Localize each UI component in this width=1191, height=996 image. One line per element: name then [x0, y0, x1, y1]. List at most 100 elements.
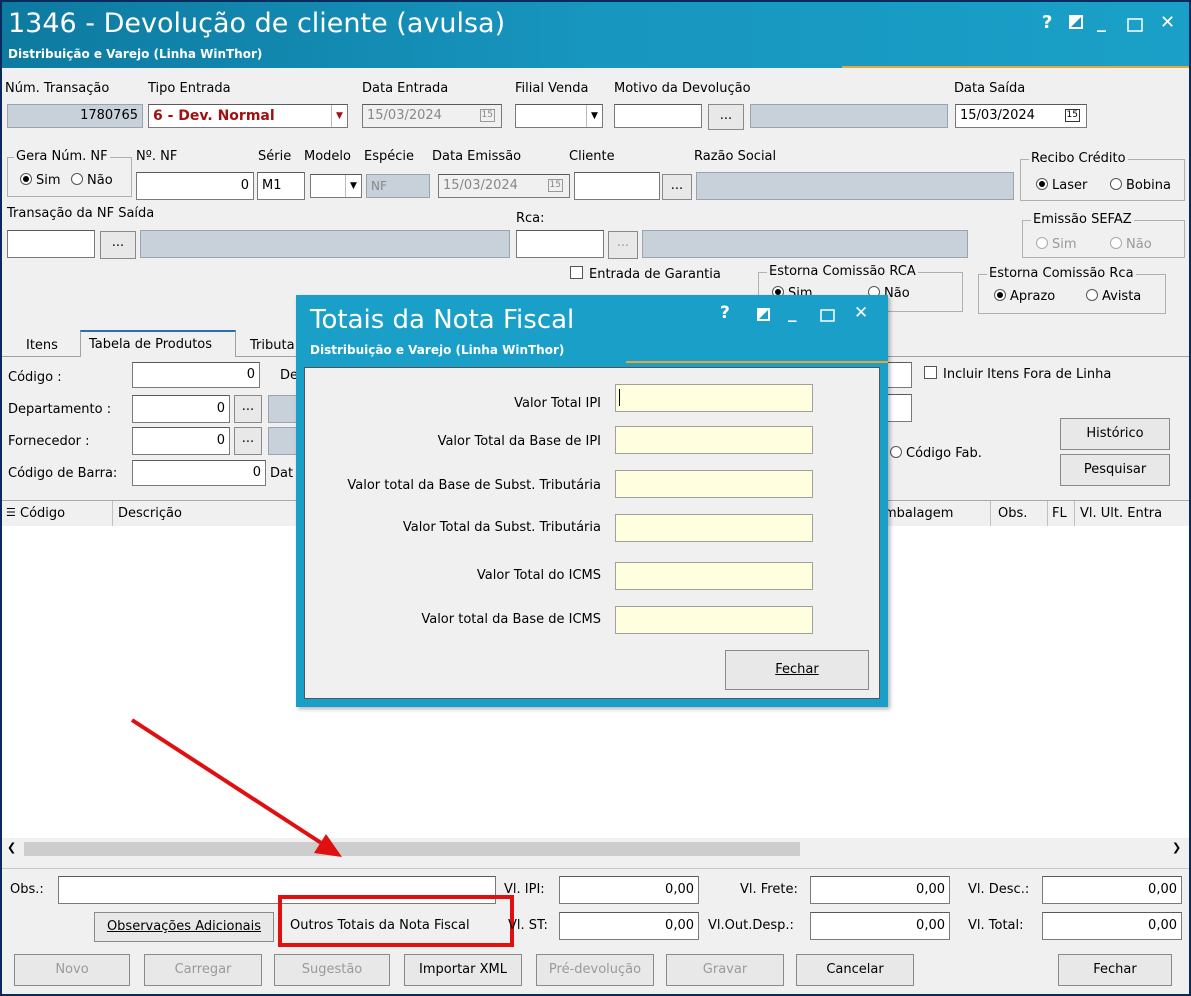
chevron-down-icon[interactable]: ▼ [331, 105, 347, 127]
motivo-code-field[interactable] [614, 104, 702, 128]
vl-st-label: Vl. ST: [508, 918, 548, 933]
col-vl-ult-entrada[interactable]: Vl. Ult. Entra [1080, 506, 1162, 521]
aprazo-radio[interactable]: Aprazo [994, 289, 1055, 304]
pre-devolucao-button[interactable]: Pré-devolução [536, 954, 654, 986]
laser-radio[interactable]: Laser [1036, 178, 1087, 193]
codigo-fab-radio[interactable]: Código Fab. [890, 446, 982, 461]
bobina-radio[interactable]: Bobina [1110, 178, 1171, 193]
valor-total-ipi-field[interactable] [615, 384, 813, 412]
gera-nao-radio[interactable]: Não [71, 173, 113, 188]
valor-base-st-field[interactable] [615, 470, 813, 498]
vl-frete-field: 0,00 [810, 876, 950, 904]
scroll-left-icon[interactable]: ❮ [7, 841, 16, 854]
transacao-saida-desc-field [140, 230, 510, 258]
num-nf-field[interactable]: 0 [136, 172, 254, 200]
rca-search-button[interactable]: ... [608, 231, 638, 259]
sefaz-nao-radio[interactable]: Não [1110, 237, 1152, 252]
columns-icon[interactable]: ☰ [6, 506, 16, 519]
data-saida-field[interactable]: 15/03/2024 15 [955, 104, 1087, 128]
col-descricao[interactable]: Descrição [118, 506, 182, 521]
vl-total-label: Vl. Total: [968, 918, 1024, 933]
modelo-select[interactable]: ▼ [310, 174, 362, 198]
vl-desc-label: Vl. Desc.: [968, 882, 1030, 897]
dialog-minimize-icon[interactable]: _ [788, 303, 797, 323]
chevron-down-icon[interactable]: ▼ [345, 175, 361, 197]
codigo-barra-label: Código de Barra: [8, 466, 118, 481]
valor-base-icms-field[interactable] [615, 606, 813, 634]
vl-total-field: 0,00 [1042, 912, 1182, 940]
gera-num-nf-label: Gera Núm. NF [14, 149, 110, 164]
right-filter-field-1[interactable] [886, 362, 912, 388]
incluir-fora-linha-checkbox[interactable]: Incluir Itens Fora de Linha [924, 366, 1111, 382]
scroll-right-icon[interactable]: ❯ [1172, 841, 1181, 854]
tab-itens[interactable]: Itens [26, 338, 58, 353]
dialog-fechar-button[interactable]: Fechar [725, 650, 869, 690]
fornecedor-field[interactable]: 0 [132, 427, 230, 455]
cancelar-button[interactable]: Cancelar [796, 954, 914, 986]
transacao-saida-search-button[interactable]: ... [100, 231, 136, 259]
close-icon[interactable]: ✕ [1160, 12, 1175, 33]
departamento-field[interactable]: 0 [132, 395, 230, 423]
departamento-search-button[interactable]: ... [234, 395, 262, 423]
sugestao-button[interactable]: Sugestão [274, 954, 390, 986]
dialog-maximize-icon[interactable] [820, 309, 835, 326]
radio-icon [1036, 178, 1048, 190]
avista-label: Avista [1102, 289, 1142, 304]
calendar-icon[interactable]: 15 [1064, 109, 1080, 122]
historico-button[interactable]: Histórico [1060, 418, 1170, 450]
right-filter-field-2[interactable] [886, 394, 912, 422]
importar-xml-button[interactable]: Importar XML [404, 954, 522, 986]
rca-desc-field [642, 230, 968, 258]
col-codigo[interactable]: Código [20, 506, 65, 521]
help-icon[interactable]: ? [1042, 12, 1052, 33]
calendar-icon: 15 [479, 109, 495, 122]
valor-icms-field[interactable] [615, 562, 813, 590]
minimize-icon[interactable]: _ [1097, 12, 1106, 33]
motivo-search-button[interactable]: ... [708, 104, 744, 130]
fornecedor-search-button[interactable]: ... [234, 427, 262, 455]
dialog-help-icon[interactable]: ? [720, 303, 730, 323]
tab-tributacao[interactable]: Tributa [250, 338, 295, 353]
radio-icon [994, 289, 1006, 301]
valor-st-field[interactable] [615, 514, 813, 542]
col-obs[interactable]: Obs. [998, 506, 1027, 521]
motivo-label: Motivo da Devolução [614, 81, 751, 96]
gravar-button[interactable]: Gravar [666, 954, 784, 986]
serie-label: Série [258, 149, 292, 164]
serie-field[interactable]: M1 [257, 172, 305, 200]
dialog-close-icon[interactable]: ✕ [854, 303, 868, 323]
codigo-field[interactable]: 0 [132, 362, 260, 388]
observacoes-adicionais-button[interactable]: Observações Adicionais [94, 912, 274, 942]
fechar-button[interactable]: Fechar [1058, 954, 1172, 986]
cliente-search-button[interactable]: ... [662, 174, 692, 200]
num-transacao-label: Núm. Transação [5, 81, 110, 96]
tipo-entrada-select[interactable]: 6 - Dev. Normal ▼ [148, 104, 348, 128]
dialog-restore-icon[interactable] [756, 307, 771, 326]
gera-sim-radio[interactable]: Sim [20, 173, 61, 188]
restore-icon[interactable] [1068, 14, 1084, 35]
chevron-down-icon[interactable]: ▼ [586, 105, 602, 127]
filial-venda-select[interactable]: ▼ [515, 104, 603, 128]
valor-icms-label: Valor Total do ICMS [476, 568, 601, 583]
avista-radio[interactable]: Avista [1086, 289, 1141, 304]
tab-tabela-produtos[interactable]: Tabela de Produtos [80, 330, 236, 357]
checkbox-icon [570, 266, 583, 279]
emissao-sefaz-label: Emissão SEFAZ [1031, 212, 1134, 227]
valor-base-st-label: Valor total da Base de Subst. Tributária [347, 478, 601, 493]
carregar-button[interactable]: Carregar [144, 954, 262, 986]
col-embalagem[interactable]: mbalagem [884, 506, 953, 521]
rca-field[interactable] [516, 230, 604, 258]
transacao-saida-field[interactable] [7, 230, 95, 258]
entrada-garantia-checkbox[interactable]: Entrada de Garantia [570, 266, 721, 282]
vl-outdesp-field: 0,00 [810, 912, 950, 940]
vl-frete-label: Vl. Frete: [740, 882, 798, 897]
col-fl[interactable]: FL [1052, 506, 1067, 521]
maximize-icon[interactable] [1127, 16, 1143, 37]
data-entrada-value: 15/03/2024 [367, 108, 442, 123]
cliente-field[interactable] [574, 172, 660, 200]
valor-base-ipi-field[interactable] [615, 426, 813, 454]
codigo-barra-field[interactable]: 0 [132, 460, 266, 486]
pesquisar-button[interactable]: Pesquisar [1060, 454, 1170, 486]
sefaz-sim-radio[interactable]: Sim [1036, 237, 1077, 252]
novo-button[interactable]: Novo [14, 954, 130, 986]
